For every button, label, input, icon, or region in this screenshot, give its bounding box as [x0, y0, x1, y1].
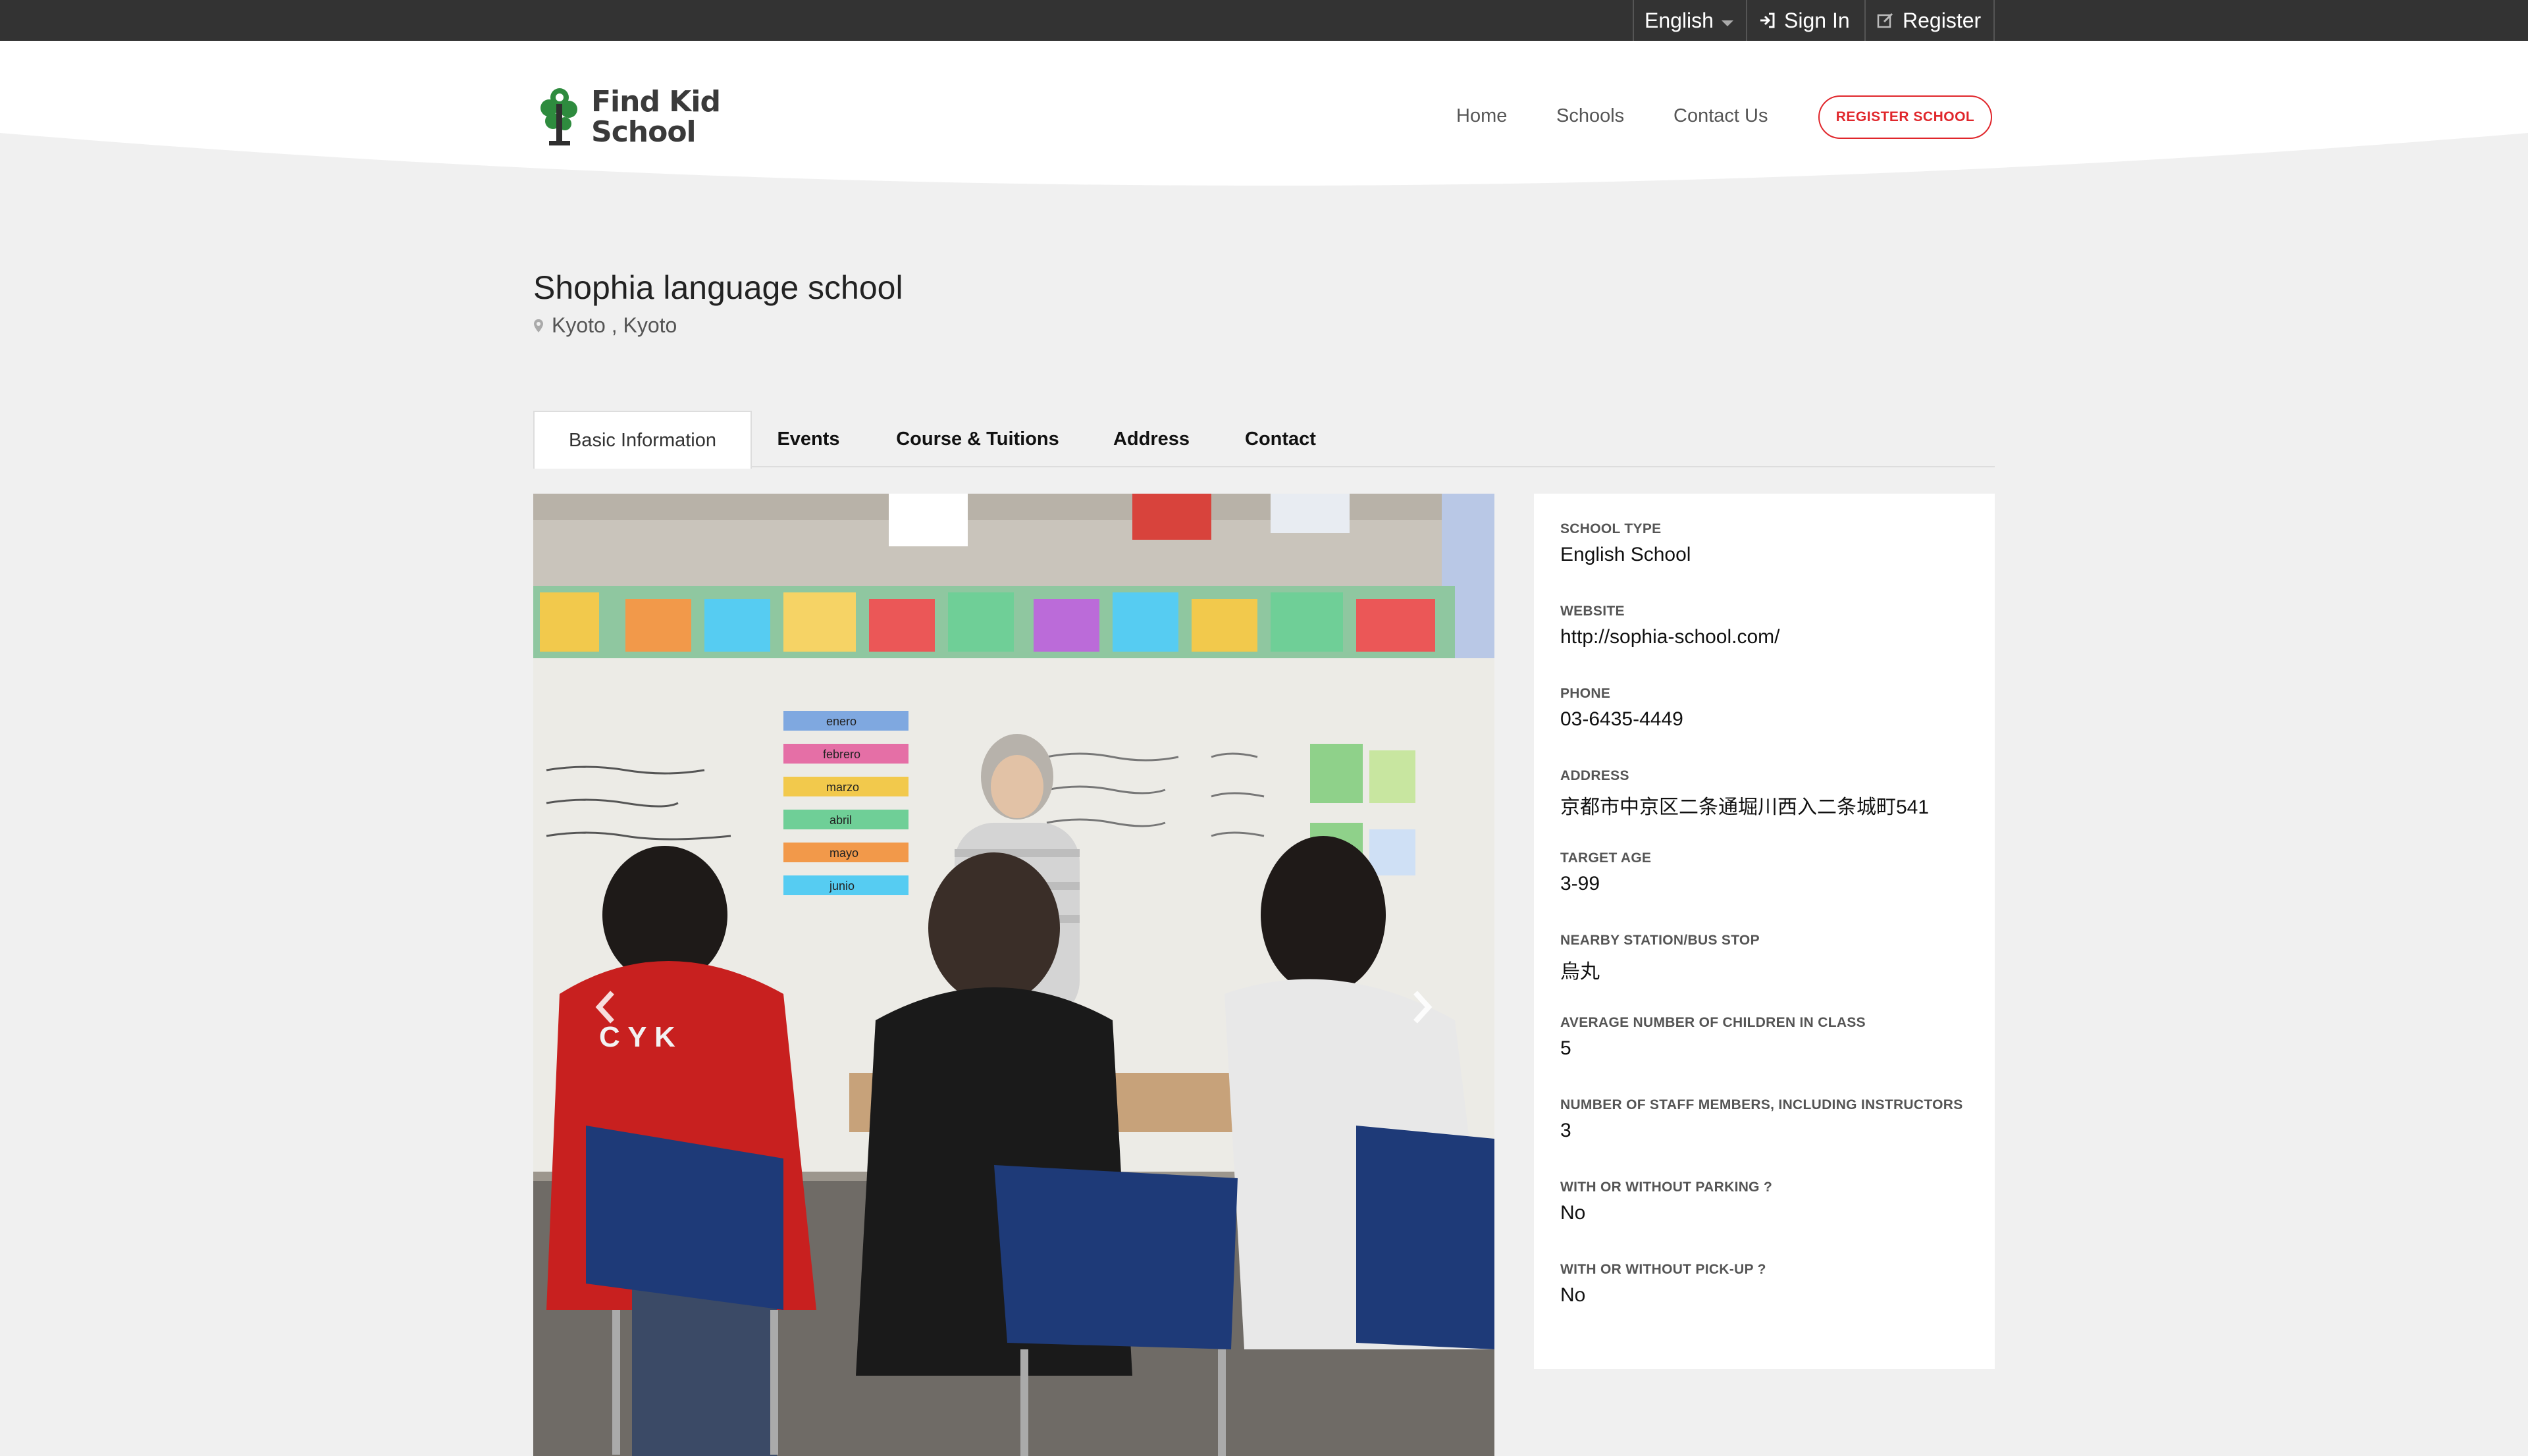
field-staff-members: NUMBER OF STAFF MEMBERS, INCLUDING INSTR…	[1560, 1097, 1963, 1142]
tab-events[interactable]: Events	[764, 411, 853, 467]
language-label: English	[1645, 8, 1714, 32]
field-value: 3	[1560, 1120, 1571, 1141]
edit-icon	[1877, 13, 1893, 28]
field-value: 5	[1560, 1037, 1571, 1059]
month-label: junio	[829, 879, 855, 893]
header-background	[0, 41, 2528, 186]
field-phone: PHONE 03-6435-4449	[1560, 686, 1683, 731]
field-pick-up: WITH OR WITHOUT PICK-UP ? No	[1560, 1262, 1766, 1307]
field-label: WITH OR WITHOUT PARKING ?	[1560, 1180, 1773, 1195]
site-logo[interactable]: Find Kid School	[533, 83, 731, 151]
school-info-card: SCHOOL TYPE English School WEBSITE http:…	[1534, 494, 1995, 1369]
field-school-type: SCHOOL TYPE English School	[1560, 521, 1691, 566]
field-value: 烏丸	[1560, 961, 1600, 983]
field-value: No	[1560, 1202, 1586, 1224]
carousel-next-icon[interactable]	[1409, 987, 1435, 1027]
sign-in-label: Sign In	[1784, 8, 1850, 32]
nav-schools[interactable]: Schools	[1556, 97, 1624, 134]
month-label: febrero	[823, 748, 860, 761]
nav-contact-us[interactable]: Contact Us	[1673, 97, 1768, 134]
classroom-photo: enero febrero marzo abril mayo junio C Y…	[533, 494, 1494, 1456]
page-title: Shophia language school	[533, 269, 903, 306]
register-label: Register	[1903, 8, 1982, 32]
field-label: NEARBY STATION/BUS STOP	[1560, 933, 1760, 948]
map-pin-icon	[534, 319, 543, 332]
month-label: abril	[830, 814, 852, 827]
language-selector[interactable]: English	[1633, 0, 1746, 41]
tab-course-tuitions[interactable]: Course & Tuitions	[882, 411, 1073, 467]
field-label: WEBSITE	[1560, 604, 1625, 619]
field-value: English School	[1560, 544, 1691, 565]
field-label: AVERAGE NUMBER OF CHILDREN IN CLASS	[1560, 1015, 1866, 1030]
tab-contact[interactable]: Contact	[1230, 411, 1331, 467]
field-nearby-station: NEARBY STATION/BUS STOP 烏丸	[1560, 933, 1760, 984]
month-label: marzo	[826, 781, 859, 794]
field-label: NUMBER OF STAFF MEMBERS, INCLUDING INSTR…	[1560, 1097, 1963, 1112]
field-address: ADDRESS 京都市中京区二条通堀川西入二条城町541	[1560, 768, 1929, 819]
website-link[interactable]: http://sophia-school.com/	[1560, 626, 1780, 648]
field-parking: WITH OR WITHOUT PARKING ? No	[1560, 1180, 1772, 1224]
field-label: TARGET AGE	[1560, 850, 1652, 866]
tab-basic-information[interactable]: Basic Information	[533, 411, 752, 469]
sign-in-icon	[1760, 13, 1775, 28]
field-label: SCHOOL TYPE	[1560, 521, 1662, 536]
top-bar: English Sign In Register	[0, 0, 2528, 41]
nav-home[interactable]: Home	[1456, 97, 1507, 134]
field-label: WITH OR WITHOUT PICK-UP ?	[1560, 1262, 1766, 1277]
field-label: ADDRESS	[1560, 768, 1629, 783]
tab-address[interactable]: Address	[1103, 411, 1199, 467]
field-value: 3-99	[1560, 873, 1600, 895]
month-label: enero	[826, 715, 856, 728]
field-value: 03-6435-4449	[1560, 708, 1683, 730]
register-link[interactable]: Register	[1864, 0, 1995, 41]
logo-text: Find Kid School	[591, 85, 721, 149]
register-school-button[interactable]: REGISTER SCHOOL	[1818, 95, 1992, 139]
location-text: Kyoto , Kyoto	[552, 313, 677, 337]
field-average-children: AVERAGE NUMBER OF CHILDREN IN CLASS 5	[1560, 1015, 1866, 1060]
logo-line-2: School	[591, 115, 697, 149]
field-website: WEBSITE http://sophia-school.com/	[1560, 604, 1780, 648]
logo-line-1: Find Kid	[591, 85, 721, 118]
tree-logo-icon	[540, 88, 577, 145]
sign-in-link[interactable]: Sign In	[1746, 0, 1864, 41]
field-value: 京都市中京区二条通堀川西入二条城町541	[1560, 796, 1930, 818]
carousel-prev-icon[interactable]	[592, 987, 619, 1027]
caret-down-icon	[1721, 20, 1733, 26]
field-value: No	[1560, 1284, 1586, 1306]
field-label: PHONE	[1560, 686, 1611, 701]
field-target-age: TARGET AGE 3-99	[1560, 850, 1651, 895]
school-location: Kyoto , Kyoto	[533, 313, 677, 338]
month-label: mayo	[830, 846, 858, 860]
school-photo-carousel[interactable]: enero febrero marzo abril mayo junio C Y…	[533, 494, 1494, 1456]
